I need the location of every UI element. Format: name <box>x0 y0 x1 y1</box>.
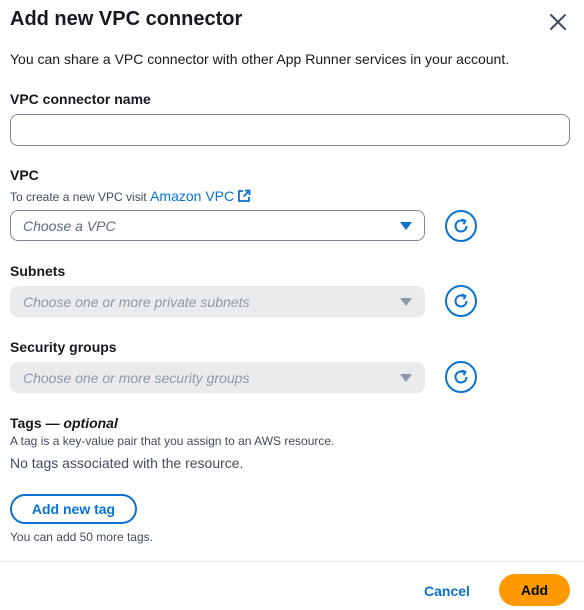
amazon-vpc-link-label: Amazon VPC <box>150 188 235 204</box>
security-groups-select: Choose one or more security groups <box>10 362 425 393</box>
add-new-tag-button[interactable]: Add new tag <box>10 494 137 524</box>
tags-label-separator: — <box>41 415 64 431</box>
footer-divider <box>0 561 584 562</box>
subnets-label: Subnets <box>10 263 66 279</box>
refresh-icon <box>454 293 468 308</box>
external-link-icon <box>238 189 251 202</box>
add-vpc-connector-modal: Add new VPC connector You can share a VP… <box>0 0 584 610</box>
caret-down-icon <box>400 222 412 230</box>
subnets-refresh-button[interactable] <box>445 285 477 317</box>
modal-title: Add new VPC connector <box>10 8 243 30</box>
modal-description: You can share a VPC connector with other… <box>10 51 510 67</box>
tags-optional-text: optional <box>63 415 118 431</box>
amazon-vpc-link[interactable]: Amazon VPC <box>150 188 251 204</box>
close-icon <box>550 14 566 30</box>
vpc-refresh-button[interactable] <box>445 210 477 242</box>
tags-label-text: Tags <box>10 415 42 431</box>
caret-down-icon <box>400 374 412 382</box>
vpc-select-placeholder: Choose a VPC <box>23 217 116 234</box>
tags-description: A tag is a key-value pair that you assig… <box>10 434 335 448</box>
security-groups-label: Security groups <box>10 339 117 355</box>
no-tags-text: No tags associated with the resource. <box>10 455 244 471</box>
connector-name-input[interactable] <box>10 114 570 146</box>
refresh-icon <box>454 369 468 384</box>
refresh-icon <box>454 218 468 233</box>
subnets-select: Choose one or more private subnets <box>10 286 425 317</box>
security-groups-refresh-button[interactable] <box>445 361 477 393</box>
add-button[interactable]: Add <box>499 574 570 606</box>
connector-name-label: VPC connector name <box>10 91 151 107</box>
close-button[interactable] <box>544 8 572 36</box>
tag-limit-text: You can add 50 more tags. <box>10 530 153 544</box>
vpc-select[interactable]: Choose a VPC <box>10 210 425 241</box>
cancel-button[interactable]: Cancel <box>414 576 480 606</box>
caret-down-icon <box>400 298 412 306</box>
subnets-select-placeholder: Choose one or more private subnets <box>23 293 250 310</box>
tags-label: Tags — optional <box>10 415 118 431</box>
vpc-label: VPC <box>10 167 39 183</box>
security-groups-select-placeholder: Choose one or more security groups <box>23 369 250 386</box>
vpc-help-text: To create a new VPC visit Amazon VPC <box>10 188 251 204</box>
vpc-help-prefix: To create a new VPC visit <box>10 190 147 204</box>
